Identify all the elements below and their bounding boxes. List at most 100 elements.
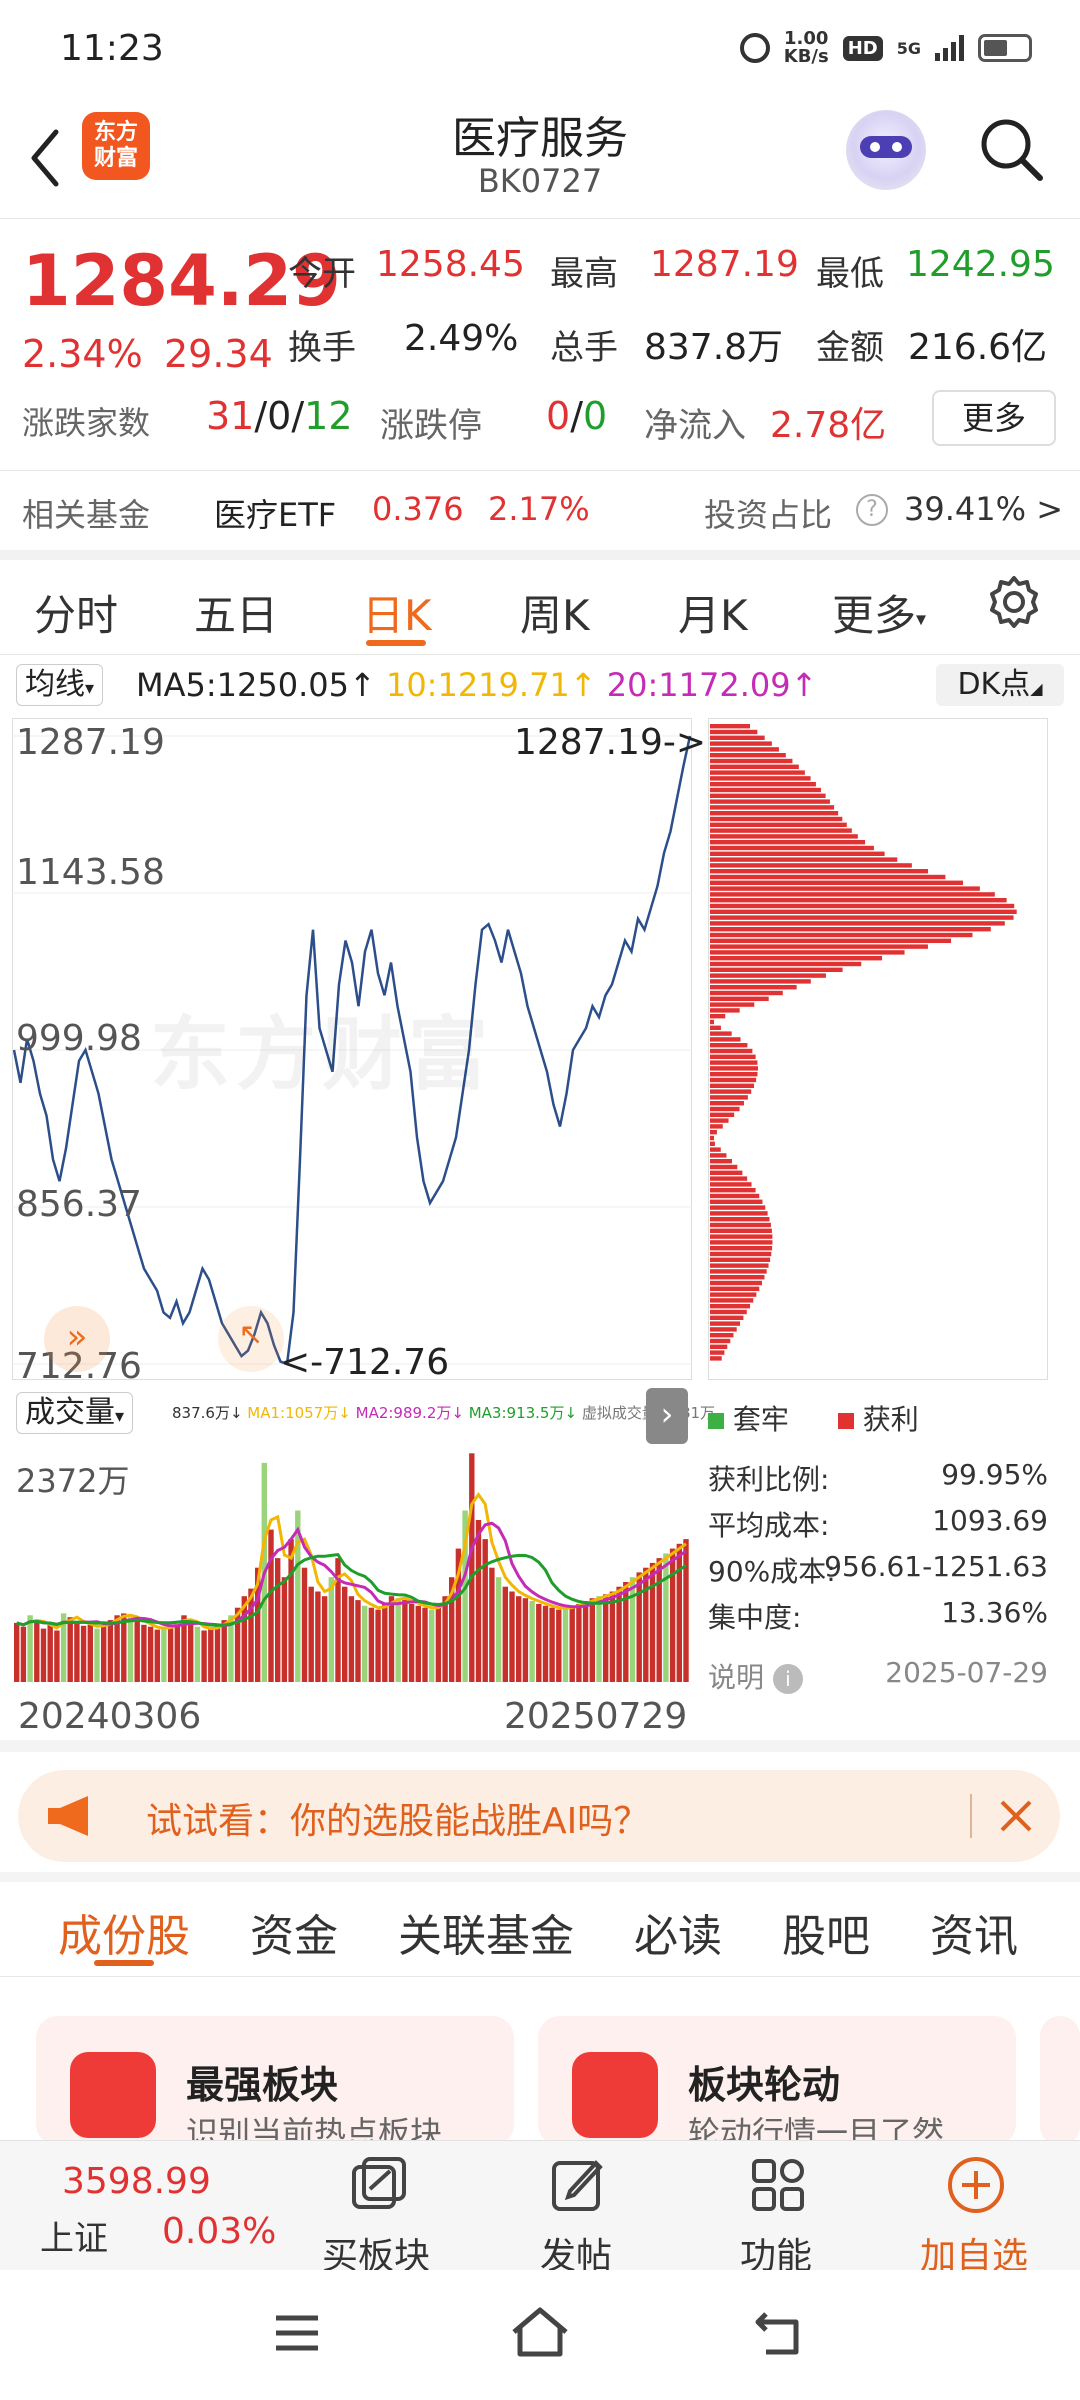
cost-bar — [710, 845, 874, 851]
change-percent: 2.34% — [22, 332, 143, 376]
add-circle-icon — [948, 2157, 1004, 2213]
tab-funds-flow[interactable]: 资金 — [250, 1900, 338, 1964]
tab-monthly-k[interactable]: 月K — [678, 582, 748, 643]
ai-assistant-icon[interactable] — [846, 110, 926, 190]
tab-intraday[interactable]: 分时 — [34, 582, 118, 643]
volume-bar — [589, 1598, 595, 1682]
volume-bar — [522, 1598, 529, 1682]
functions-button[interactable]: 功能 — [686, 2141, 866, 2277]
cost-bar — [710, 1338, 731, 1344]
volume-bar — [348, 1596, 355, 1682]
cost-bar — [710, 1014, 726, 1019]
tab-forum[interactable]: 股吧 — [782, 1900, 870, 1964]
trapped-swatch — [708, 1413, 724, 1429]
menu-icon[interactable] — [272, 2310, 322, 2356]
index-value[interactable]: 3598.99 — [62, 2161, 211, 2202]
more-button[interactable]: 更多 — [932, 390, 1056, 446]
volume-bar — [288, 1539, 294, 1682]
down-count: 12 — [304, 394, 353, 438]
fold-corner-icon[interactable]: ↖ — [218, 1306, 284, 1372]
cost-bar — [710, 1304, 751, 1309]
volume-bar — [342, 1586, 348, 1682]
app-logo[interactable]: 东方财富 — [82, 112, 150, 180]
volume-legend-ma1: MA1:1057万↓ — [247, 1404, 351, 1422]
note-row[interactable]: 说明 i 2025-07-29 — [708, 1656, 1048, 1696]
tab-daily-k[interactable]: 日K — [362, 582, 432, 643]
concentration-label: 集中度: — [708, 1601, 802, 1634]
low-value: 1242.95 — [906, 244, 1055, 285]
close-icon[interactable] — [996, 1796, 1036, 1836]
volume-bar — [201, 1630, 207, 1682]
gear-icon[interactable] — [986, 574, 1042, 630]
expand-left-icon[interactable]: » — [44, 1306, 110, 1372]
tab-five-day[interactable]: 五日 — [194, 582, 278, 643]
cost-bar — [710, 1141, 715, 1146]
promo-text: 试试看：你的选股能战胜AI吗？ — [146, 1801, 650, 1842]
ma-selector[interactable]: 均线▾ — [16, 664, 104, 706]
cost-bar — [710, 1176, 748, 1181]
volume-bar — [395, 1598, 401, 1682]
buy-sector-button[interactable]: 买板块 — [286, 2141, 466, 2277]
volume-bar — [308, 1586, 314, 1682]
volume-selector[interactable]: 成交量▾ — [16, 1392, 134, 1434]
card-sector-rotation[interactable]: 板块轮动 轮动行情一目了然 — [538, 2016, 1016, 2152]
concentration-value: 13.36% — [941, 1596, 1048, 1629]
chevron-right-icon[interactable]: › — [646, 1388, 688, 1444]
back-nav-icon[interactable] — [752, 2306, 804, 2358]
post-button[interactable]: 发帖 — [486, 2141, 666, 2277]
legend-profit: 获利 — [862, 1403, 919, 1436]
cost-bar — [710, 1077, 757, 1083]
volume-bar — [643, 1567, 649, 1682]
cost-bar — [710, 793, 826, 798]
tab-news[interactable]: 资讯 — [930, 1900, 1018, 1964]
home-icon[interactable] — [508, 2304, 572, 2360]
cost-bar — [710, 863, 912, 868]
volume-bar — [669, 1548, 676, 1682]
card-strongest-sector[interactable]: 最强板块 识别当前热点板块 — [36, 2016, 514, 2152]
tab-constituents[interactable]: 成份股 — [58, 1900, 190, 1964]
volume-bar — [482, 1539, 488, 1682]
high-value: 1287.19 — [650, 244, 799, 285]
cost-bar — [710, 1153, 727, 1158]
add-watchlist-button[interactable]: 加自选 — [884, 2141, 1064, 2277]
volume-bar — [34, 1620, 40, 1682]
dk-point-button[interactable]: DK点◢ — [936, 664, 1064, 706]
help-icon[interactable]: ? — [856, 494, 888, 526]
cost-bar — [710, 880, 964, 885]
back-arrow-icon[interactable] — [26, 118, 66, 198]
volume-bar — [676, 1543, 682, 1682]
search-icon[interactable] — [976, 114, 1046, 184]
tab-must-read[interactable]: 必读 — [634, 1900, 722, 1964]
cost-bar — [710, 1315, 744, 1320]
cost-bar — [710, 1257, 771, 1262]
fund-name[interactable]: 医疗ETF — [214, 490, 336, 536]
cost-bar — [710, 1356, 722, 1361]
card-next-peek[interactable] — [1040, 2016, 1080, 2146]
tab-more[interactable]: 更多▾ — [832, 582, 926, 643]
cost-bar — [710, 1118, 729, 1123]
cost-bar — [710, 892, 995, 897]
profit-ratio-label: 获利比例: — [708, 1463, 830, 1496]
ratio-value[interactable]: 39.41% > — [904, 490, 1063, 528]
profit-swatch — [837, 1413, 854, 1429]
volume-bar — [87, 1624, 93, 1682]
cost-bar — [710, 915, 1014, 920]
cost-bar — [710, 799, 830, 804]
volume-bar — [388, 1596, 395, 1682]
promo-banner[interactable]: 试试看：你的选股能战胜AI吗？ — [18, 1770, 1060, 1862]
cost-bar — [710, 1019, 714, 1025]
volume-legend-value: 837.6万↓ — [172, 1404, 243, 1422]
cost-bar — [710, 1170, 743, 1175]
y-tick-1: 1287.19 — [16, 722, 165, 763]
volume-bar — [489, 1567, 495, 1682]
cost-bar — [710, 851, 885, 856]
limit-values: 0 / 0 — [546, 394, 607, 438]
cost-bar — [710, 1240, 773, 1245]
tab-weekly-k[interactable]: 周K — [520, 582, 590, 643]
up-count: 31 — [206, 394, 255, 438]
index-pct[interactable]: 0.03% — [162, 2211, 276, 2252]
cost-distribution-chart — [708, 718, 1048, 1380]
index-name[interactable]: 上证 — [40, 2211, 108, 2260]
volume-bar — [248, 1588, 254, 1682]
tab-related-funds[interactable]: 关联基金 — [398, 1900, 574, 1964]
